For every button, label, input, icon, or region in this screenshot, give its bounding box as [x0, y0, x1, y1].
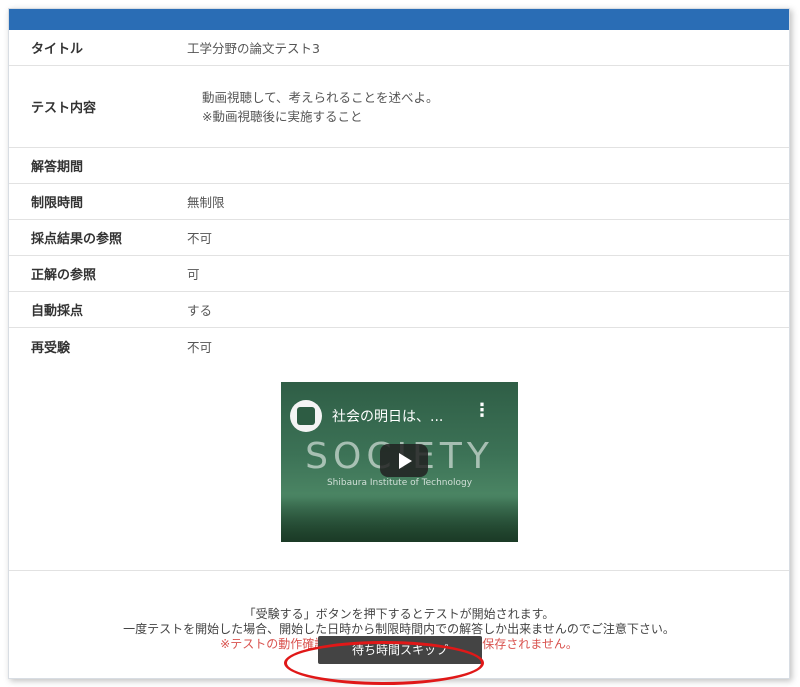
detail-row-score-view: 採点結果の参照 不可: [9, 220, 789, 256]
detail-row-period: 解答期間: [9, 148, 789, 184]
detail-label: タイトル: [31, 42, 84, 57]
video-title[interactable]: 社会の明日は、...: [332, 406, 443, 426]
detail-value: する: [187, 303, 213, 318]
highlight-ring: [284, 641, 484, 685]
notice-line: 一度テストを開始した場合、開始した日時から制限時間内での解答しか出来ませんのでご…: [123, 622, 675, 636]
detail-row-time-limit: 制限時間 無制限: [9, 184, 789, 220]
detail-row-retake: 再受験 不可: [9, 328, 789, 364]
detail-row-title: タイトル 工学分野の論文テスト3: [9, 30, 789, 66]
video-player[interactable]: 社会の明日は、... ⋮ SOCIETY Shibaura Institute …: [281, 382, 518, 542]
test-info-panel: タイトル 工学分野の論文テスト3 テスト内容 動画視聴して、考えられることを述べ…: [8, 8, 790, 679]
detail-label: 自動採点: [31, 304, 84, 319]
play-button-icon[interactable]: [380, 444, 428, 477]
content-line: 動画視聴して、考えられることを述べよ。: [202, 89, 439, 105]
detail-row-answer-view: 正解の参照 可: [9, 256, 789, 292]
detail-row-content: テスト内容 動画視聴して、考えられることを述べよ。 ※動画視聴後に実施すること: [9, 66, 789, 148]
detail-value: 工学分野の論文テスト3: [187, 41, 320, 56]
content-line: ※動画視聴後に実施すること: [202, 108, 363, 124]
detail-value: 可: [187, 267, 200, 282]
more-options-icon[interactable]: ⋮: [473, 402, 491, 420]
detail-label: テスト内容: [31, 101, 97, 116]
detail-label: 採点結果の参照: [31, 232, 123, 247]
detail-label: 正解の参照: [31, 268, 97, 283]
detail-value: 無制限: [187, 195, 225, 210]
notice-line: 「受験する」ボタンを押下するとテストが開始されます。: [243, 607, 555, 621]
header-bar: [9, 9, 789, 30]
detail-value: 不可: [187, 231, 213, 246]
detail-value: 動画視聴して、考えられることを述べよ。 ※動画視聴後に実施すること: [187, 88, 439, 126]
detail-label: 制限時間: [31, 196, 84, 211]
detail-label: 再受験: [31, 340, 71, 356]
detail-row-auto-grading: 自動採点 する: [9, 292, 789, 328]
detail-value: 不可: [187, 339, 213, 355]
video-overlay-subtext: Shibaura Institute of Technology: [326, 478, 473, 488]
channel-logo-icon[interactable]: [290, 400, 322, 432]
detail-label: 解答期間: [31, 160, 84, 175]
video-section: 社会の明日は、... ⋮ SOCIETY Shibaura Institute …: [9, 364, 789, 570]
